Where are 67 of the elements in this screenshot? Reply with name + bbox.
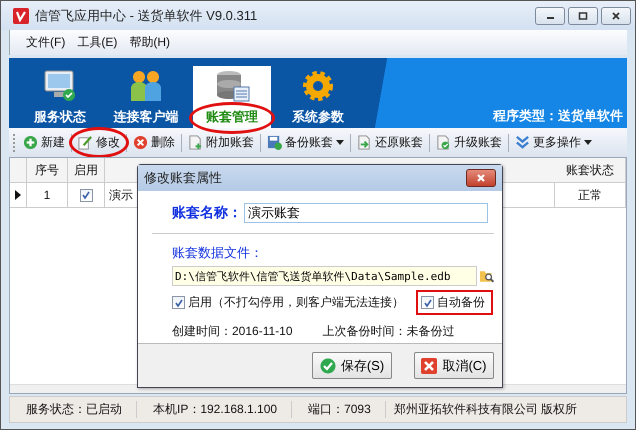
toolbar-button[interactable]: 升级账套 xyxy=(433,132,505,153)
delete-icon xyxy=(133,135,148,150)
checkmark-icon xyxy=(81,190,91,200)
menu-item[interactable]: 工具(E) xyxy=(77,34,118,51)
status-text: 郑州亚拓软件科技有限公司 版权所 xyxy=(392,401,578,418)
file-path-field[interactable]: D:\信管飞软件\信管飞送货单软件\Data\Sample.edb xyxy=(172,266,477,286)
toolbar-button[interactable]: 还原账套 xyxy=(354,132,426,153)
double-chevron-icon xyxy=(515,135,530,150)
status-text: 本机IP：192.168.1.100 xyxy=(137,401,292,418)
check-icon xyxy=(320,358,336,374)
plus-icon xyxy=(23,135,38,150)
toolbar-button[interactable]: 备份账套 xyxy=(264,132,347,153)
checkbox[interactable] xyxy=(80,188,92,202)
document-arrow-icon xyxy=(357,135,372,150)
monitor-icon xyxy=(42,68,78,104)
checkmark-icon xyxy=(174,298,184,308)
toolbar-button[interactable]: 删除 xyxy=(130,132,178,153)
minimize-button[interactable] xyxy=(535,6,565,24)
users-icon xyxy=(128,68,164,104)
column-header: 账套状态 xyxy=(555,158,626,182)
column-header: 序号 xyxy=(27,158,68,182)
nav-tab[interactable]: 系统参数 xyxy=(279,68,357,128)
menu-item[interactable]: 帮助(H) xyxy=(129,34,170,51)
close-icon xyxy=(476,173,486,183)
program-type-label: 程序类型：送货单软件 xyxy=(493,107,624,125)
maximize-button[interactable] xyxy=(568,6,598,24)
nav-tab[interactable]: 连接客户端 xyxy=(107,68,185,128)
name-input-field[interactable]: 演示账套 xyxy=(244,203,488,223)
status-text: 端口：7093 xyxy=(292,401,386,418)
dropdown-arrow-icon xyxy=(584,140,592,145)
toolbar-button[interactable]: 更多操作 xyxy=(512,132,595,153)
toolbar-button[interactable]: 修改 xyxy=(75,132,123,153)
document-check-icon xyxy=(436,135,451,150)
column-header: 启用 xyxy=(68,158,105,182)
checkmark-icon xyxy=(422,298,432,308)
table-cell: 1 xyxy=(27,183,68,207)
dialog-title: 修改账套属性 xyxy=(144,169,222,187)
toolbar-button[interactable]: 附加账套 xyxy=(185,132,257,153)
gear-icon xyxy=(300,68,336,104)
enable-checkbox[interactable]: 启用（不打勾停用，则客户端无法连接） xyxy=(167,290,412,315)
field-label: 账套名称： xyxy=(172,204,242,222)
table-cell: 正常 xyxy=(555,183,626,207)
minimize-icon xyxy=(546,17,554,19)
toolbar-button[interactable]: 新建 xyxy=(20,132,68,153)
pencil-icon xyxy=(78,135,93,150)
last-backup-text: 上次备份时间：未备份过 xyxy=(322,323,454,340)
maximize-icon xyxy=(578,10,588,20)
dropdown-arrow-icon xyxy=(336,140,344,145)
close-button[interactable] xyxy=(601,6,631,24)
field-label: 账套数据文件： xyxy=(171,244,264,262)
window-title: 信管飞应用中心 - 送货单软件 V9.0.311 xyxy=(35,6,258,24)
document-plus-icon xyxy=(188,135,203,150)
search-icon[interactable] xyxy=(478,268,494,284)
close-button[interactable] xyxy=(466,169,496,187)
auto-backup-checkbox[interactable]: 自动备份 xyxy=(416,290,493,315)
database-icon xyxy=(214,68,250,104)
cancel-button[interactable]: 取消(C) xyxy=(414,352,494,379)
table-cell: 演示 xyxy=(109,186,133,204)
app-logo-icon xyxy=(13,8,29,24)
save-button[interactable]: 保存(S) xyxy=(312,352,392,379)
menu-item[interactable]: 文件(F) xyxy=(26,34,66,51)
nav-tab[interactable]: 服务状态 xyxy=(21,68,99,128)
nav-tab[interactable]: 账套管理 xyxy=(193,66,271,128)
status-text: 服务状态：已启动 xyxy=(10,401,137,418)
cancel-icon xyxy=(421,358,438,374)
created-time-text: 创建时间：2016-11-10 xyxy=(172,323,292,340)
close-icon xyxy=(611,10,621,20)
